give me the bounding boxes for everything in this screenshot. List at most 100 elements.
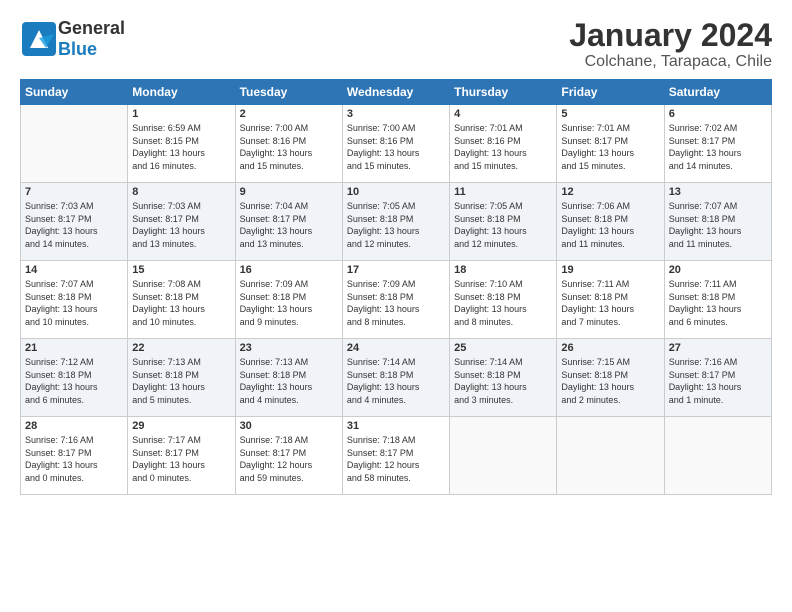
cell-content: Sunrise: 7:17 AM: [132, 434, 230, 447]
calendar-cell: 15Sunrise: 7:08 AMSunset: 8:18 PMDayligh…: [128, 261, 235, 339]
cell-content: Daylight: 13 hours: [454, 147, 552, 160]
day-number: 6: [669, 108, 767, 120]
day-number: 12: [561, 186, 659, 198]
cell-content: Sunrise: 7:07 AM: [669, 200, 767, 213]
calendar-day-header: Tuesday: [235, 80, 342, 105]
calendar-cell: 10Sunrise: 7:05 AMSunset: 8:18 PMDayligh…: [342, 183, 449, 261]
cell-content: Sunset: 8:18 PM: [669, 291, 767, 304]
cell-content: Sunrise: 7:04 AM: [240, 200, 338, 213]
day-number: 9: [240, 186, 338, 198]
calendar-cell: 29Sunrise: 7:17 AMSunset: 8:17 PMDayligh…: [128, 417, 235, 495]
cell-content: and 1 minute.: [669, 394, 767, 407]
day-number: 25: [454, 342, 552, 354]
cell-content: and 59 minutes.: [240, 472, 338, 485]
day-number: 31: [347, 420, 445, 432]
calendar-cell: [450, 417, 557, 495]
calendar-cell: [664, 417, 771, 495]
day-number: 11: [454, 186, 552, 198]
cell-content: Sunset: 8:18 PM: [240, 291, 338, 304]
logo-general: General: [58, 18, 125, 39]
cell-content: Sunset: 8:17 PM: [25, 447, 123, 460]
calendar-cell: 27Sunrise: 7:16 AMSunset: 8:17 PMDayligh…: [664, 339, 771, 417]
day-number: 15: [132, 264, 230, 276]
day-number: 14: [25, 264, 123, 276]
cell-content: Daylight: 13 hours: [132, 381, 230, 394]
day-number: 1: [132, 108, 230, 120]
day-number: 10: [347, 186, 445, 198]
cell-content: Daylight: 13 hours: [240, 225, 338, 238]
cell-content: and 14 minutes.: [669, 160, 767, 173]
cell-content: Sunrise: 7:15 AM: [561, 356, 659, 369]
cell-content: Sunrise: 7:13 AM: [132, 356, 230, 369]
cell-content: Sunrise: 7:00 AM: [347, 122, 445, 135]
day-number: 4: [454, 108, 552, 120]
day-number: 26: [561, 342, 659, 354]
cell-content: Sunset: 8:18 PM: [240, 369, 338, 382]
cell-content: Sunrise: 7:06 AM: [561, 200, 659, 213]
day-number: 7: [25, 186, 123, 198]
cell-content: Sunrise: 7:08 AM: [132, 278, 230, 291]
calendar-day-header: Monday: [128, 80, 235, 105]
cell-content: Sunset: 8:18 PM: [347, 291, 445, 304]
cell-content: and 4 minutes.: [347, 394, 445, 407]
cell-content: and 13 minutes.: [132, 238, 230, 251]
cell-content: Daylight: 13 hours: [347, 225, 445, 238]
calendar-day-header: Thursday: [450, 80, 557, 105]
logo-blue: Blue: [58, 39, 125, 60]
cell-content: and 8 minutes.: [347, 316, 445, 329]
cell-content: Sunset: 8:17 PM: [132, 213, 230, 226]
cell-content: and 10 minutes.: [25, 316, 123, 329]
calendar-cell: 21Sunrise: 7:12 AMSunset: 8:18 PMDayligh…: [21, 339, 128, 417]
calendar-cell: 13Sunrise: 7:07 AMSunset: 8:18 PMDayligh…: [664, 183, 771, 261]
cell-content: Sunrise: 7:14 AM: [347, 356, 445, 369]
calendar-week-row: 14Sunrise: 7:07 AMSunset: 8:18 PMDayligh…: [21, 261, 772, 339]
cell-content: Sunrise: 7:05 AM: [347, 200, 445, 213]
cell-content: Sunset: 8:17 PM: [25, 213, 123, 226]
cell-content: Daylight: 13 hours: [25, 303, 123, 316]
cell-content: Sunrise: 7:00 AM: [240, 122, 338, 135]
cell-content: Daylight: 13 hours: [561, 381, 659, 394]
cell-content: and 3 minutes.: [454, 394, 552, 407]
cell-content: Sunrise: 7:01 AM: [454, 122, 552, 135]
cell-content: and 11 minutes.: [669, 238, 767, 251]
day-number: 16: [240, 264, 338, 276]
cell-content: and 6 minutes.: [669, 316, 767, 329]
cell-content: Sunrise: 7:10 AM: [454, 278, 552, 291]
cell-content: and 6 minutes.: [25, 394, 123, 407]
cell-content: Sunrise: 7:11 AM: [669, 278, 767, 291]
cell-content: Daylight: 13 hours: [347, 303, 445, 316]
logo: General Blue: [20, 18, 125, 60]
cell-content: and 0 minutes.: [132, 472, 230, 485]
cell-content: and 15 minutes.: [240, 160, 338, 173]
day-number: 20: [669, 264, 767, 276]
calendar-cell: 11Sunrise: 7:05 AMSunset: 8:18 PMDayligh…: [450, 183, 557, 261]
calendar-cell: 28Sunrise: 7:16 AMSunset: 8:17 PMDayligh…: [21, 417, 128, 495]
day-number: 27: [669, 342, 767, 354]
cell-content: Sunset: 8:18 PM: [132, 369, 230, 382]
cell-content: Sunrise: 7:16 AM: [669, 356, 767, 369]
cell-content: Sunset: 8:18 PM: [561, 369, 659, 382]
cell-content: Sunset: 8:15 PM: [132, 135, 230, 148]
calendar-cell: 1Sunrise: 6:59 AMSunset: 8:15 PMDaylight…: [128, 105, 235, 183]
cell-content: Sunset: 8:18 PM: [454, 369, 552, 382]
cell-content: and 15 minutes.: [561, 160, 659, 173]
cell-content: Sunrise: 7:14 AM: [454, 356, 552, 369]
calendar-day-header: Saturday: [664, 80, 771, 105]
calendar-day-header: Friday: [557, 80, 664, 105]
calendar-day-header: Sunday: [21, 80, 128, 105]
cell-content: and 13 minutes.: [240, 238, 338, 251]
cell-content: Sunset: 8:18 PM: [454, 213, 552, 226]
cell-content: Sunset: 8:18 PM: [25, 369, 123, 382]
calendar-cell: 4Sunrise: 7:01 AMSunset: 8:16 PMDaylight…: [450, 105, 557, 183]
cell-content: and 16 minutes.: [132, 160, 230, 173]
cell-content: Sunrise: 7:13 AM: [240, 356, 338, 369]
day-number: 2: [240, 108, 338, 120]
cell-content: and 0 minutes.: [25, 472, 123, 485]
cell-content: Daylight: 13 hours: [240, 381, 338, 394]
cell-content: Daylight: 13 hours: [669, 147, 767, 160]
cell-content: Sunrise: 7:09 AM: [347, 278, 445, 291]
cell-content: Sunset: 8:18 PM: [561, 213, 659, 226]
page: General Blue January 2024 Colchane, Tara…: [0, 0, 792, 612]
calendar-day-header: Wednesday: [342, 80, 449, 105]
calendar-cell: 18Sunrise: 7:10 AMSunset: 8:18 PMDayligh…: [450, 261, 557, 339]
